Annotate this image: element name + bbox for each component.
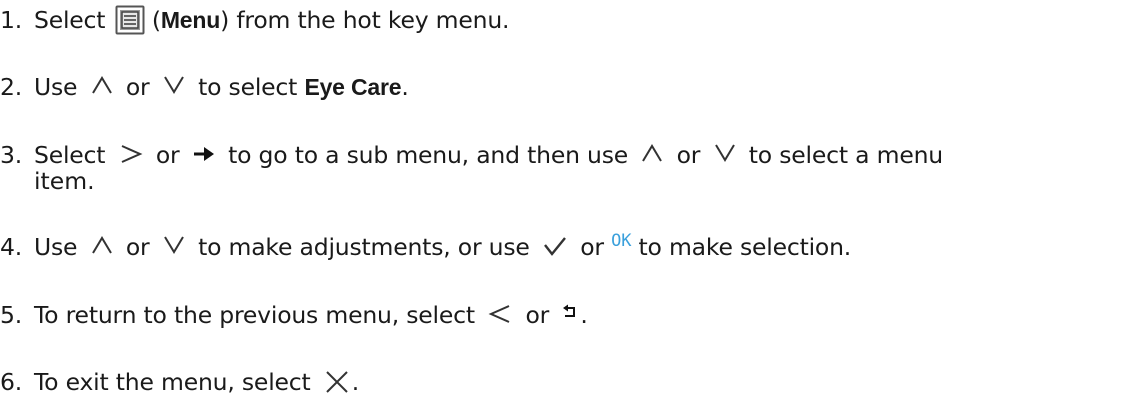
step-number: 4.: [0, 233, 23, 261]
step-5: 5. To return to the previous menu, select…: [0, 300, 588, 330]
step-text: .: [351, 368, 360, 396]
step-1: 1. Select (Menu) from the hot key menu.: [0, 5, 509, 37]
down-icon: [163, 235, 185, 255]
step-text: Select: [34, 141, 106, 169]
or-text: or: [125, 73, 150, 101]
step-number: 5.: [0, 301, 23, 329]
or-text: or: [155, 141, 180, 169]
step-number: 2.: [0, 73, 23, 101]
down-icon: [163, 75, 185, 95]
step-3: 3. Select or to go to a sub menu, and the…: [0, 140, 943, 170]
or-text: or: [676, 141, 701, 169]
up-icon: [91, 235, 113, 255]
step-text: to make adjustments, or use: [198, 233, 530, 261]
step-text: to go to a sub menu, and then use: [228, 141, 629, 169]
right-icon: [119, 143, 143, 165]
step-6: 6. To exit the menu, select .: [0, 367, 359, 397]
menu-key-icon: [115, 5, 145, 35]
step-number: 1.: [0, 6, 23, 34]
step-text: Use: [34, 73, 78, 101]
or-text: or: [525, 301, 550, 329]
step-text: .: [401, 73, 409, 101]
step-text: Use: [34, 233, 78, 261]
step-text: ) from the hot key menu.: [220, 6, 510, 34]
step-text: To exit the menu, select: [34, 368, 311, 396]
step-text: to select a menu: [748, 141, 943, 169]
step-2: 2. Use or to select Eye Care.: [0, 72, 409, 102]
right-arrow-icon: [193, 145, 215, 163]
step-text: to select: [198, 73, 298, 101]
or-text: or: [580, 233, 604, 261]
step-3-continuation: item.: [34, 166, 95, 196]
step-text: item.: [34, 167, 95, 195]
step-text: (: [151, 6, 161, 34]
step-text: to make selection.: [638, 233, 852, 261]
step-text: .: [580, 301, 588, 329]
step-text: Select: [34, 6, 106, 34]
down-icon: [714, 143, 736, 163]
step-number: 6.: [0, 368, 23, 396]
step-4: 4. Use or to make adjustments, or use or …: [0, 231, 852, 265]
up-icon: [91, 75, 113, 95]
close-icon: [324, 369, 350, 395]
check-icon: [543, 236, 567, 256]
eye-care-label: Eye Care: [304, 74, 402, 100]
ok-icon: OK: [611, 231, 632, 251]
back-icon: [562, 304, 578, 320]
left-icon: [488, 303, 512, 325]
menu-label: Menu: [160, 7, 221, 33]
step-text: To return to the previous menu, select: [34, 301, 475, 329]
up-icon: [641, 143, 663, 163]
step-number: 3.: [0, 141, 23, 169]
or-text: or: [125, 233, 150, 261]
